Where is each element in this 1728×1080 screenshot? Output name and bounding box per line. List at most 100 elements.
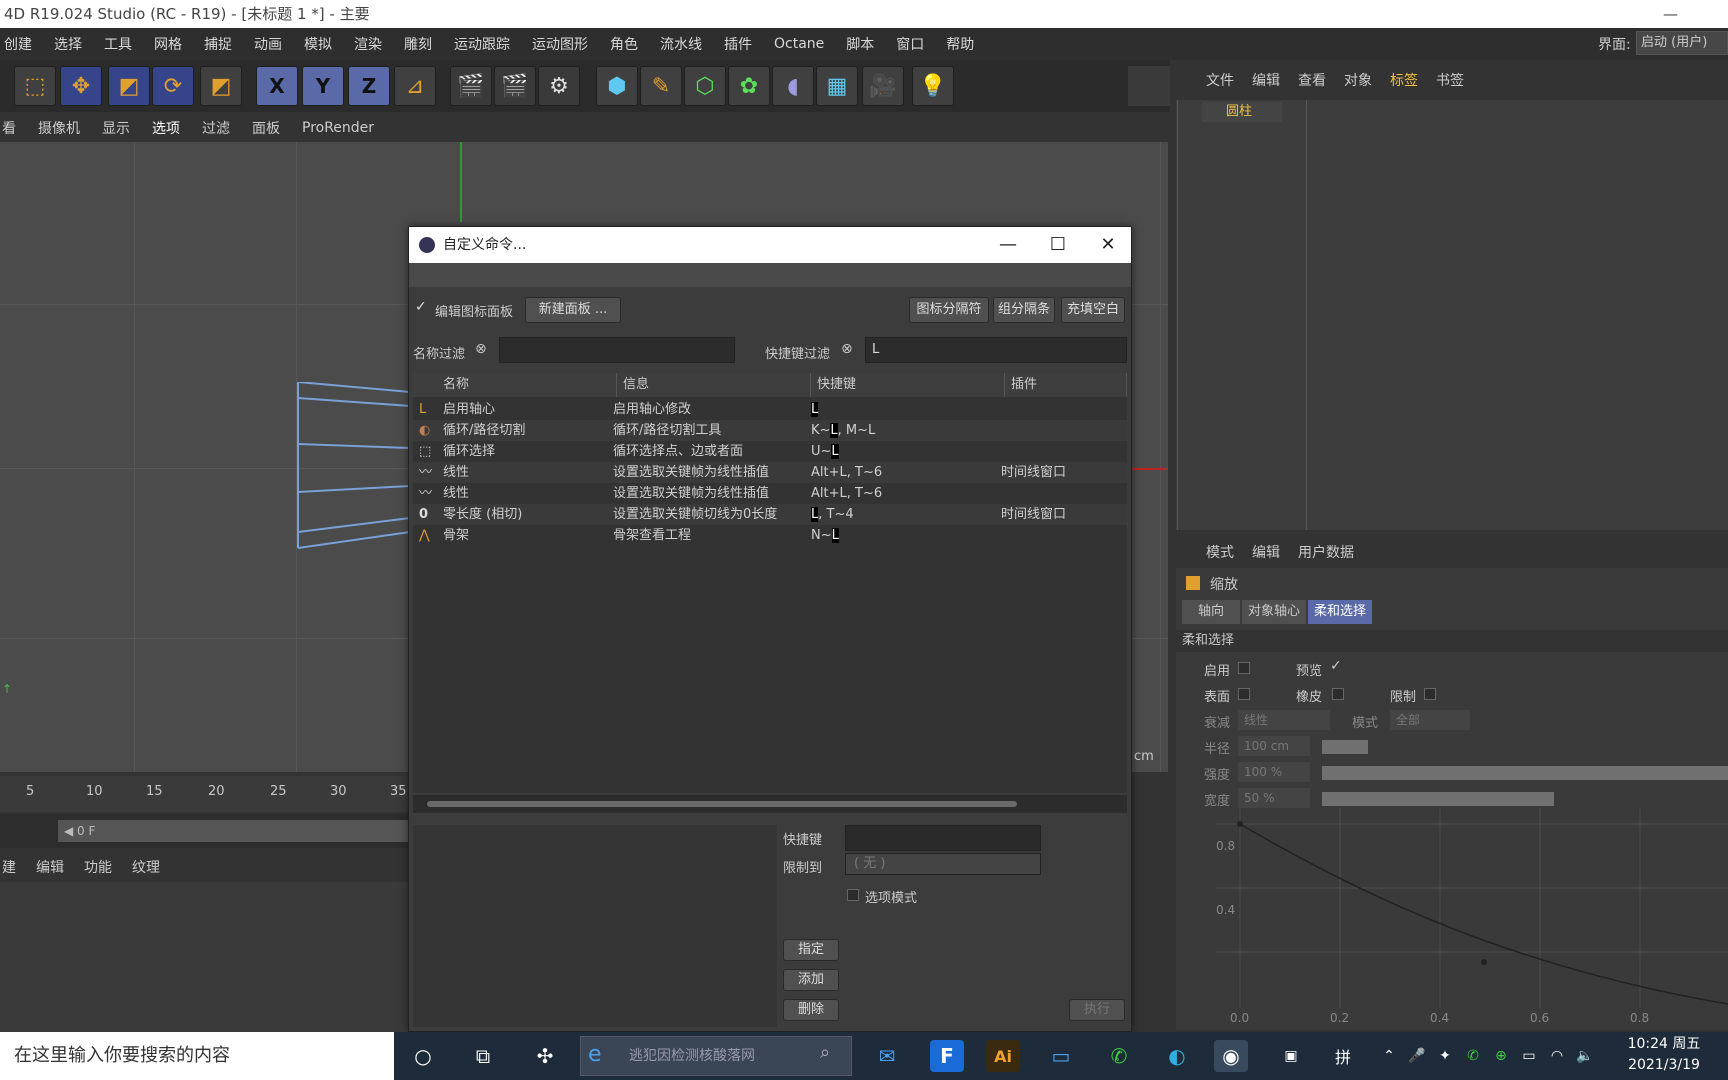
pen-icon[interactable]: ✎	[640, 66, 682, 106]
fill-space-button[interactable]: 充填空白	[1061, 297, 1125, 323]
task-view-icon[interactable]: ⧉	[466, 1040, 500, 1072]
menu-create[interactable]: 创建	[4, 34, 32, 54]
attr-menu-mode[interactable]: 模式	[1206, 542, 1234, 562]
object-item-cylinder[interactable]: 圆柱	[1202, 102, 1282, 122]
dialog-maximize-button[interactable]: ☐	[1033, 227, 1083, 263]
table-horizontal-scrollbar[interactable]	[413, 795, 1127, 813]
subdivision-icon[interactable]: ⬡	[684, 66, 726, 106]
object-menu-edit[interactable]: 编辑	[1252, 70, 1280, 90]
option-mode-checkbox[interactable]	[847, 889, 859, 901]
taskbar-clock[interactable]: 10:24 周五 2021/3/19	[1614, 1034, 1714, 1078]
group-separator-button[interactable]: 组分隔条	[993, 297, 1055, 323]
recent-tool-icon[interactable]: ◩	[200, 66, 242, 106]
object-menu-bookmarks[interactable]: 书签	[1436, 70, 1464, 90]
material-menu-create[interactable]: 建	[2, 857, 16, 877]
menu-select[interactable]: 选择	[54, 34, 82, 54]
menu-tools[interactable]: 工具	[104, 34, 132, 54]
viewport-menu-panel[interactable]: 面板	[252, 118, 280, 138]
minimize-button[interactable]: —	[1663, 0, 1678, 28]
menu-sculpt[interactable]: 雕刻	[404, 34, 432, 54]
edge-search-box[interactable]: 逃犯因检测核酸落网	[580, 1036, 852, 1076]
rotate-icon[interactable]: ⟳	[152, 66, 194, 106]
falloff-curve-graph[interactable]: 0.8 0.4 0.0 0.2 0.4 0.6 0.8	[1216, 808, 1728, 1030]
material-menu-function[interactable]: 功能	[84, 857, 112, 877]
volume-icon[interactable]: 🔈	[1568, 1040, 1602, 1072]
file-explorer-icon[interactable]: ▭	[1044, 1040, 1078, 1072]
x-axis-lock-icon[interactable]: X	[256, 66, 298, 106]
menu-snap[interactable]: 捕捉	[204, 34, 232, 54]
table-row[interactable]: 〰 线性 设置选取关键帧为线性插值 Alt+L, T~6 时间线窗口	[413, 462, 1127, 483]
illustrator-icon[interactable]: Ai	[986, 1040, 1020, 1072]
object-menu-view[interactable]: 查看	[1298, 70, 1326, 90]
timeline-ruler[interactable]: 5 10 15 20 25 30 35	[0, 776, 410, 812]
floor-icon[interactable]: ▦	[816, 66, 858, 106]
clear-name-filter-icon[interactable]: ⊗	[475, 341, 487, 357]
edit-palette-checkbox[interactable]: ✓	[415, 299, 427, 315]
menu-octane[interactable]: Octane	[774, 36, 824, 52]
wechat-icon[interactable]: ✆	[1102, 1040, 1136, 1072]
table-row[interactable]: ⋀ 骨架 骨架查看工程 N~L	[413, 525, 1127, 546]
workplane-icon[interactable]	[1128, 66, 1170, 106]
viewport-menu-prorender[interactable]: ProRender	[302, 120, 374, 136]
menu-mograph[interactable]: 运动图形	[532, 34, 588, 54]
restrict-to-select[interactable]: ( 无 )	[845, 853, 1041, 875]
viewport-menu-options[interactable]: 选项	[152, 118, 180, 138]
layout-select[interactable]: 启动 (用户)	[1636, 31, 1728, 55]
menu-animate[interactable]: 动画	[254, 34, 282, 54]
icon-separator-button[interactable]: 图标分隔符	[909, 297, 989, 323]
camera-icon[interactable]: 🎥	[862, 66, 904, 106]
menu-mesh[interactable]: 网格	[154, 34, 182, 54]
menu-script[interactable]: 脚本	[846, 34, 874, 54]
falloff-select[interactable]: 线性	[1238, 710, 1330, 730]
z-axis-lock-icon[interactable]: Z	[348, 66, 390, 106]
material-menu-edit[interactable]: 编辑	[36, 857, 64, 877]
menu-help[interactable]: 帮助	[946, 34, 974, 54]
menu-pipeline[interactable]: 流水线	[660, 34, 702, 54]
move-icon[interactable]: ✥	[60, 66, 102, 106]
tab-object-axis[interactable]: 对象轴心	[1242, 600, 1306, 624]
render-picture-viewer-icon[interactable]: 🎬	[494, 66, 536, 106]
strength-field[interactable]: 100 %	[1238, 762, 1310, 782]
menu-character[interactable]: 角色	[610, 34, 638, 54]
search-icon[interactable]: ⌕	[820, 1042, 830, 1063]
table-row[interactable]: ◐ 循环/路径切割 循环/路径切割工具 K~L, M~L	[413, 420, 1127, 441]
viewport-menu-display[interactable]: 显示	[102, 118, 130, 138]
limit-checkbox[interactable]	[1424, 688, 1436, 700]
table-row[interactable]: 〰 线性 设置选取关键帧为线性插值 Alt+L, T~6	[413, 483, 1127, 504]
object-menu-object[interactable]: 对象	[1344, 70, 1372, 90]
edge-icon[interactable]: ◐	[1160, 1040, 1194, 1072]
taskbar-search-box[interactable]: 在这里输入你要搜索的内容	[0, 1032, 394, 1080]
mode-select[interactable]: 全部	[1390, 710, 1470, 730]
mograph-icon[interactable]: ✿	[728, 66, 770, 106]
strength-slider[interactable]	[1322, 766, 1728, 780]
object-menu-tags[interactable]: 标签	[1390, 70, 1418, 90]
surface-checkbox[interactable]	[1238, 688, 1250, 700]
shortcut-filter-input[interactable]: L	[865, 337, 1127, 363]
column-name[interactable]: 名称	[437, 373, 617, 397]
ime-indicator[interactable]: 拼	[1326, 1040, 1360, 1072]
rubber-checkbox[interactable]	[1332, 688, 1344, 700]
cortana-icon[interactable]: ○	[406, 1040, 440, 1072]
cinema4d-taskbar-icon[interactable]: ◉	[1214, 1040, 1248, 1072]
mail-icon[interactable]: ✉	[870, 1040, 904, 1072]
dialog-grip[interactable]	[409, 263, 1131, 287]
foxit-icon[interactable]: F	[930, 1040, 964, 1072]
render-settings-icon[interactable]: ⚙	[538, 66, 580, 106]
dialog-close-button[interactable]: ✕	[1083, 227, 1133, 263]
tab-soft-selection[interactable]: 柔和选择	[1308, 600, 1372, 624]
viewport-menu-view[interactable]: 看	[2, 118, 16, 138]
enable-checkbox[interactable]	[1238, 662, 1250, 674]
material-menu-texture[interactable]: 纹理	[132, 857, 160, 877]
y-axis-lock-icon[interactable]: Y	[302, 66, 344, 106]
width-field[interactable]: 50 %	[1238, 788, 1310, 808]
light-icon[interactable]: 💡	[912, 66, 954, 106]
assign-button[interactable]: 指定	[783, 939, 839, 961]
scrollbar-thumb[interactable]	[427, 801, 1017, 807]
delete-button[interactable]: 删除	[783, 999, 839, 1021]
material-manager[interactable]	[0, 882, 410, 1032]
deformer-icon[interactable]: ◖	[772, 66, 814, 106]
attr-menu-edit[interactable]: 编辑	[1252, 542, 1280, 562]
table-row[interactable]: 0 零长度 (相切) 设置选取关键帧切线为0长度 L, T~4 时间线窗口	[413, 504, 1127, 525]
radius-slider[interactable]	[1322, 740, 1368, 754]
execute-button[interactable]: 执行	[1069, 999, 1125, 1021]
